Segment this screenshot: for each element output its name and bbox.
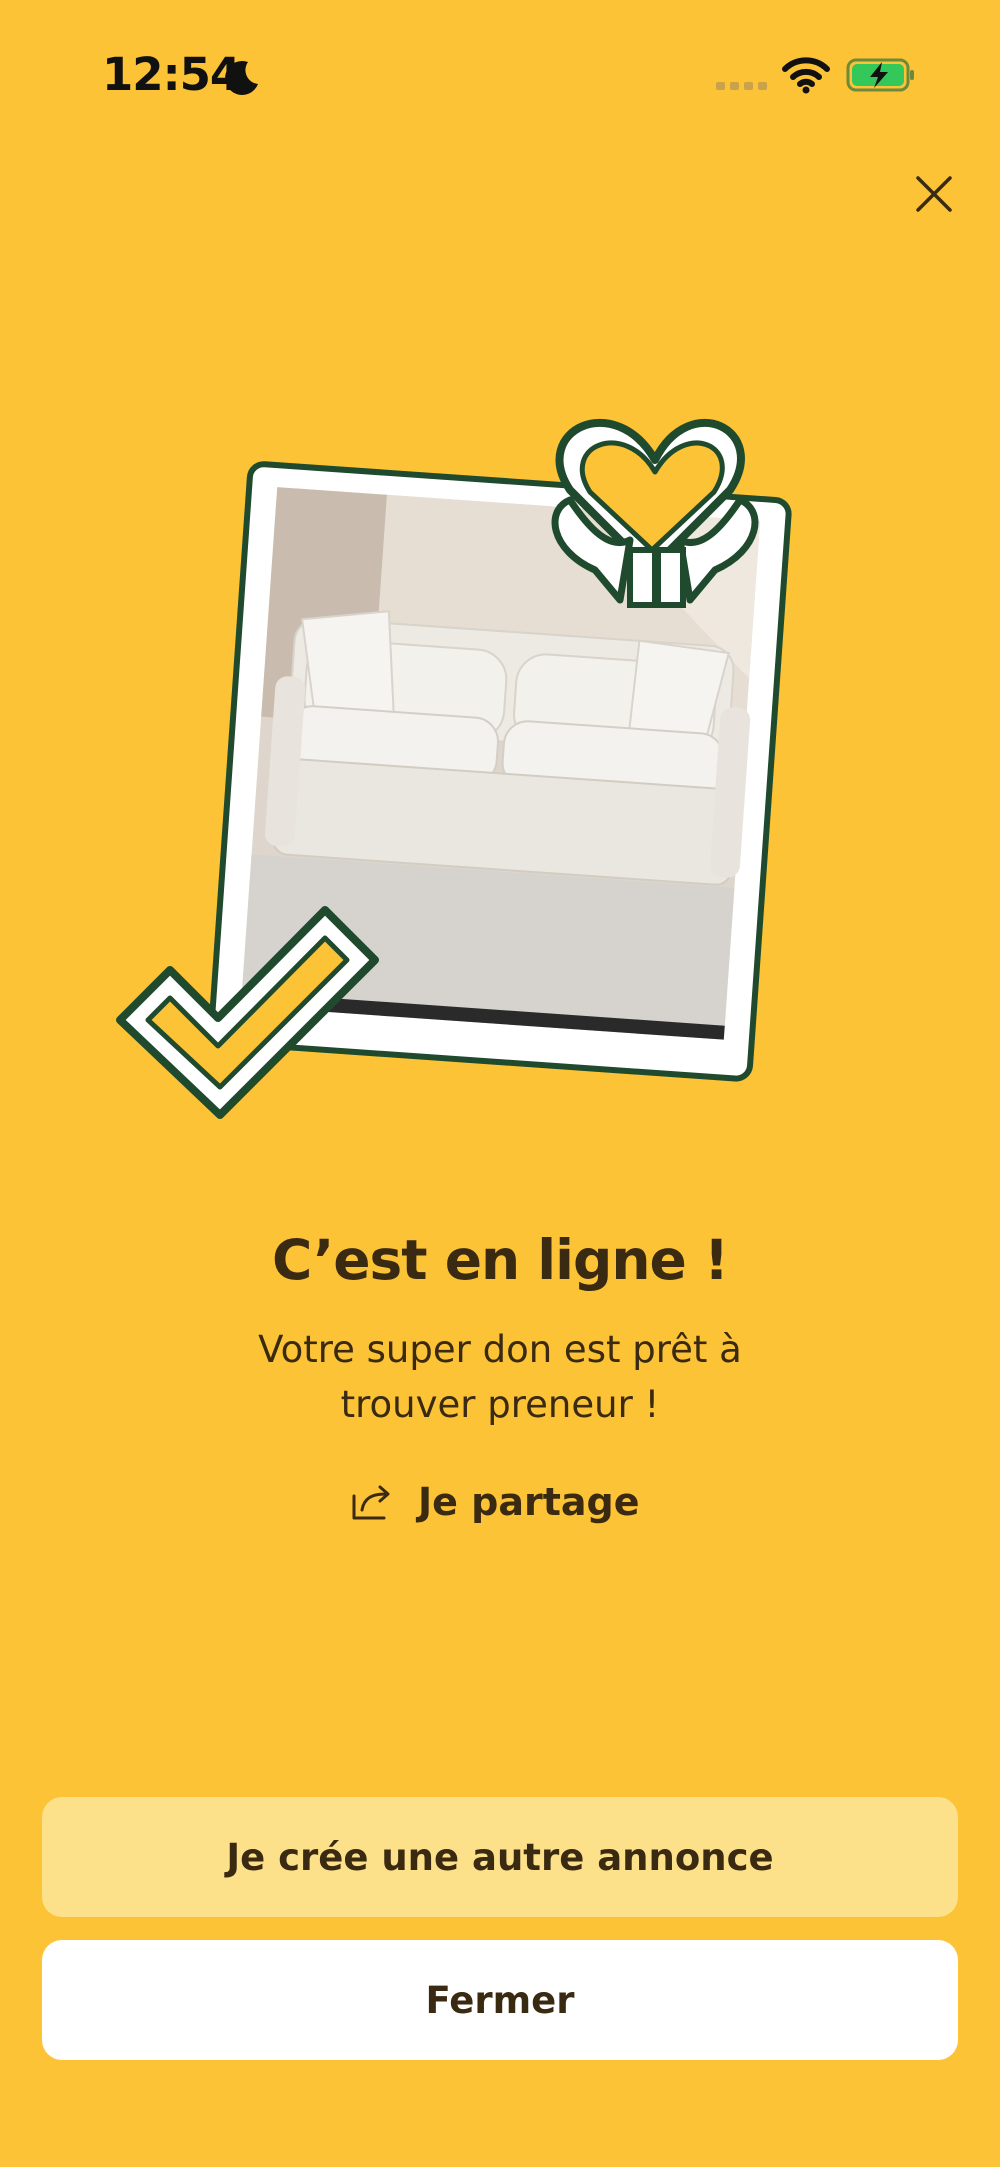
status-time: 12:54 — [102, 48, 241, 101]
close-button[interactable] — [900, 160, 968, 228]
close-dialog-button[interactable]: Fermer — [42, 1940, 958, 2060]
confirmation-subtitle: Votre super don est prêt à trouver prene… — [258, 1328, 742, 1426]
close-icon — [916, 176, 952, 212]
confirmation-title: C’est en ligne ! — [271, 1228, 729, 1292]
close-dialog-label: Fermer — [425, 1978, 575, 2022]
hero-illustration — [116, 418, 792, 1119]
create-another-listing-button[interactable]: Je crée une autre annonce — [42, 1797, 958, 1917]
status-bar: 12:54 — [0, 0, 1000, 150]
share-label: Je partage — [418, 1480, 640, 1524]
battery-charging-icon — [846, 58, 914, 92]
cellular-signal-icon — [716, 82, 767, 90]
create-another-listing-label: Je crée une autre annonce — [226, 1835, 774, 1879]
wifi-icon — [782, 57, 830, 94]
share-icon — [352, 1485, 390, 1520]
moon-icon — [225, 60, 258, 95]
share-button[interactable]: Je partage — [350, 1472, 640, 1532]
